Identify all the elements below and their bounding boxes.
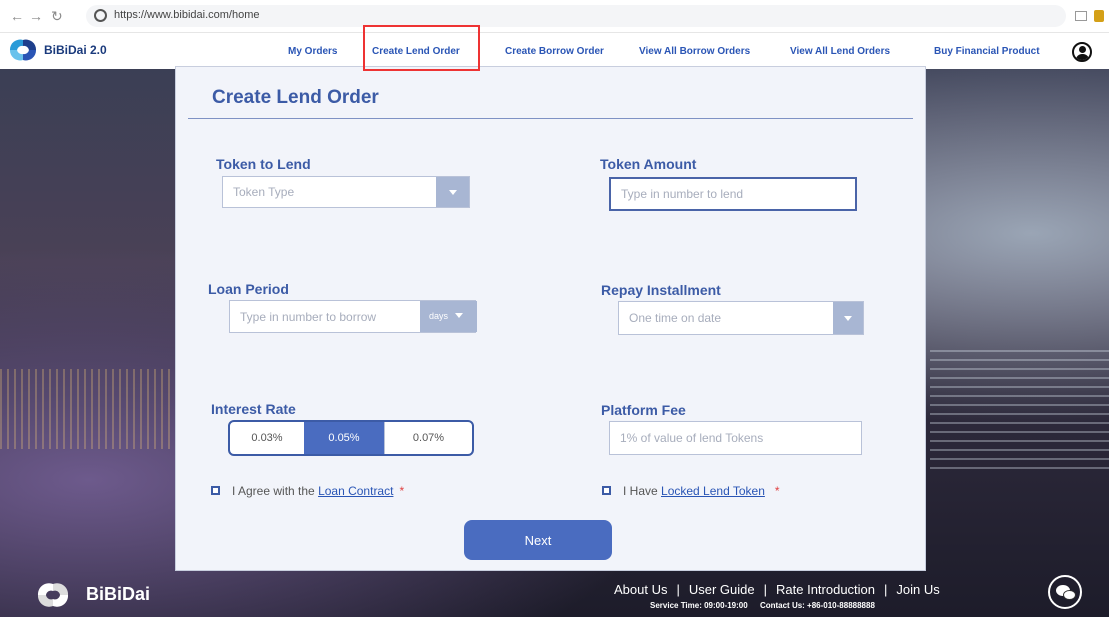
extension-icon[interactable] <box>1094 10 1104 22</box>
token-amount-input[interactable]: Type in number to lend <box>609 177 857 211</box>
loan-contract-link[interactable]: Loan Contract <box>318 484 393 498</box>
locked-lend-token-link[interactable]: Locked Lend Token <box>661 484 765 498</box>
token-amount-label: Token Amount <box>600 156 697 172</box>
apps-icon[interactable] <box>1075 11 1087 21</box>
token-type-select[interactable]: Token Type <box>222 176 470 208</box>
site-header: BiBiDai 2.0 My Orders Create Lend Order … <box>0 33 1109 69</box>
required-marker: * <box>399 484 405 498</box>
token-type-placeholder: Token Type <box>233 185 295 199</box>
footer-separator: | <box>763 582 768 597</box>
loan-period-placeholder: Type in number to borrow <box>240 309 377 324</box>
footer-separator: | <box>676 582 680 597</box>
repay-installment-select[interactable]: One time on date <box>618 301 864 335</box>
form-title: Create Lend Order <box>212 87 379 108</box>
platform-fee-label: Platform Fee <box>601 402 686 418</box>
platform-fee-placeholder: 1% of value of lend Tokens <box>620 431 764 445</box>
forward-icon[interactable]: → <box>29 8 43 24</box>
back-icon[interactable]: ← <box>10 8 24 24</box>
platform-fee-field[interactable]: 1% of value of lend Tokens <box>609 421 862 455</box>
nav-view-borrow-orders[interactable]: View All Borrow Orders <box>639 46 750 57</box>
interest-rate-selector: 0.03% 0.05% 0.07% <box>228 420 474 456</box>
service-time: Service Time: 09:00-19:00 <box>650 601 748 610</box>
rate-option-005[interactable]: 0.05% <box>304 422 384 454</box>
footer-service-info: Service Time: 09:00-19:00 Contact Us: +8… <box>650 601 875 610</box>
active-nav-highlight <box>363 25 480 71</box>
repay-installment-label: Repay Installment <box>601 282 721 298</box>
nav-create-borrow-order[interactable]: Create Borrow Order <box>505 46 604 57</box>
nav-my-orders[interactable]: My Orders <box>288 46 337 57</box>
footer-link-join-us[interactable]: Join Us <box>896 582 939 597</box>
bibidai-logo-icon <box>9 39 37 61</box>
agree-contract-prefix: I Agree with the <box>232 484 319 498</box>
chevron-down-icon[interactable] <box>436 177 469 207</box>
wechat-icon[interactable] <box>1048 575 1082 609</box>
url-text[interactable]: https://www.bibidai.com/home <box>114 9 260 21</box>
site-logo-text[interactable]: BiBiDai 2.0 <box>44 43 107 57</box>
footer-link-user-guide[interactable]: User Guide <box>689 582 755 597</box>
period-unit-value: days <box>429 311 449 321</box>
loan-period-label: Loan Period <box>208 281 289 297</box>
site-info-icon[interactable] <box>94 9 107 22</box>
chevron-down-icon <box>455 313 463 318</box>
reload-icon[interactable]: ↻ <box>51 8 63 24</box>
footer-link-rate-introduction[interactable]: Rate Introduction <box>776 582 875 597</box>
repay-installment-value: One time on date <box>629 311 722 325</box>
browser-toolbar: ← → ↻ https://www.bibidai.com/home <box>0 0 1109 33</box>
token-to-lend-label: Token to Lend <box>216 156 311 172</box>
locked-token-text: I Have Locked Lend Token * <box>623 484 780 498</box>
rate-option-003[interactable]: 0.03% <box>230 422 304 454</box>
agree-contract-checkbox[interactable] <box>211 486 220 495</box>
footer-link-about-us[interactable]: About Us <box>614 582 667 597</box>
title-divider <box>188 118 913 119</box>
footer-links: About Us | User Guide | Rate Introduction | Jo… <box>614 582 940 597</box>
required-marker: * <box>774 484 780 498</box>
nav-view-lend-orders[interactable]: View All Lend Orders <box>790 46 890 57</box>
address-bar[interactable]: https://www.bibidai.com/home <box>86 5 1066 27</box>
agree-contract-text: I Agree with the Loan Contract * <box>232 484 404 498</box>
city-lights <box>0 369 175 449</box>
nav-buy-financial-product[interactable]: Buy Financial Product <box>934 46 1040 57</box>
period-unit-select[interactable]: days <box>420 301 477 332</box>
create-lend-order-form: Create Lend Order Token to Lend Token Ty… <box>175 66 926 571</box>
building-lights <box>930 349 1109 469</box>
loan-period-input[interactable]: Type in number to borrow days <box>229 300 477 333</box>
footer-separator: | <box>884 582 888 597</box>
footer-brand[interactable]: BiBiDai <box>86 584 150 605</box>
footer-logo-icon <box>37 583 69 607</box>
user-avatar-icon[interactable] <box>1072 42 1092 62</box>
locked-token-prefix: I Have <box>623 484 662 498</box>
locked-token-checkbox[interactable] <box>602 486 611 495</box>
site-footer: BiBiDai About Us | User Guide | Rate Introdu… <box>0 575 1109 617</box>
token-amount-placeholder: Type in number to lend <box>621 187 744 201</box>
interest-rate-label: Interest Rate <box>211 401 296 417</box>
rate-option-007[interactable]: 0.07% <box>384 422 472 454</box>
chevron-down-icon[interactable] <box>833 302 863 334</box>
contact-info: Contact Us: +86-010-88888888 <box>759 601 875 610</box>
next-button[interactable]: Next <box>464 520 612 560</box>
